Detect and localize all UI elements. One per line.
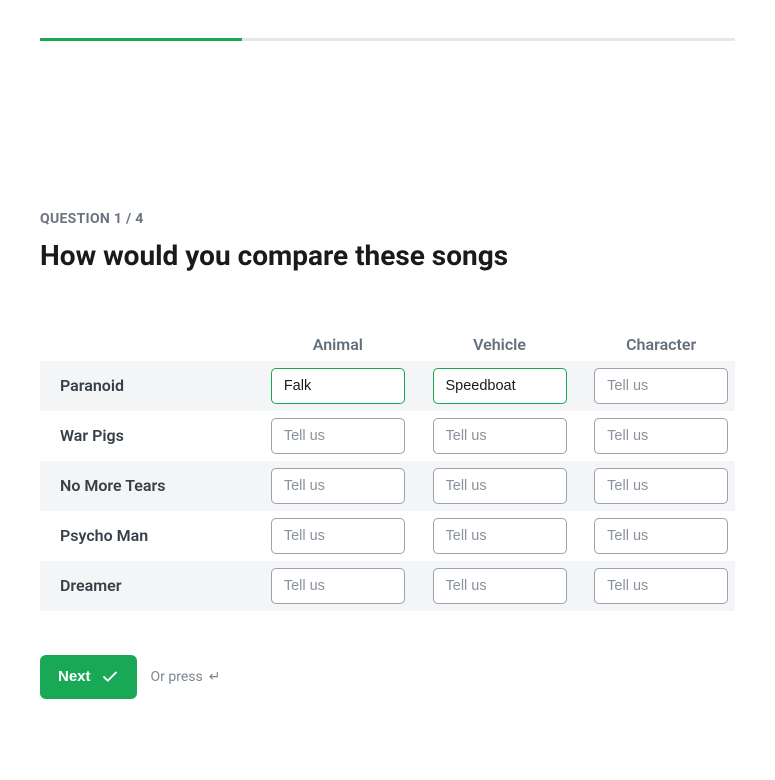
row-label: War Pigs <box>60 426 250 445</box>
column-header: Character <box>626 335 696 354</box>
keyboard-hint: Or press ↵ <box>151 669 221 685</box>
check-icon <box>101 668 119 686</box>
matrix-grid: . Animal Vehicle Character Paranoid War … <box>40 335 735 611</box>
question-title: How would you compare these songs <box>40 239 735 273</box>
column-header: Animal <box>313 335 363 354</box>
footer: Next Or press ↵ <box>40 655 735 699</box>
table-row: Dreamer <box>40 561 735 611</box>
question-number: QUESTION 1 / 4 <box>40 211 735 227</box>
row-label: Psycho Man <box>60 526 250 545</box>
matrix-cell-input[interactable] <box>433 468 567 504</box>
matrix-cell-input[interactable] <box>594 368 728 404</box>
matrix-cell-input[interactable] <box>594 418 728 454</box>
next-button[interactable]: Next <box>40 655 137 699</box>
table-row: War Pigs <box>40 411 735 461</box>
matrix-cell-input[interactable] <box>271 368 405 404</box>
table-row: Paranoid <box>40 361 735 411</box>
matrix-cell-input[interactable] <box>433 368 567 404</box>
matrix-cell-input[interactable] <box>594 568 728 604</box>
hint-prefix: Or press <box>151 669 203 685</box>
matrix-cell-input[interactable] <box>433 568 567 604</box>
matrix-cell-input[interactable] <box>271 568 405 604</box>
enter-key-icon: ↵ <box>209 669 221 685</box>
matrix-header-row: . Animal Vehicle Character <box>40 335 735 361</box>
matrix-cell-input[interactable] <box>433 418 567 454</box>
matrix-cell-input[interactable] <box>594 468 728 504</box>
row-label: Dreamer <box>60 576 250 595</box>
row-label: Paranoid <box>60 376 250 395</box>
row-label: No More Tears <box>60 476 250 495</box>
matrix-cell-input[interactable] <box>433 518 567 554</box>
column-header: Vehicle <box>473 335 526 354</box>
next-button-label: Next <box>58 668 91 685</box>
progress-bar-track <box>40 38 735 41</box>
matrix-cell-input[interactable] <box>271 518 405 554</box>
table-row: No More Tears <box>40 461 735 511</box>
table-row: Psycho Man <box>40 511 735 561</box>
matrix-cell-input[interactable] <box>271 468 405 504</box>
matrix-cell-input[interactable] <box>271 418 405 454</box>
progress-bar-fill <box>40 38 242 41</box>
matrix-cell-input[interactable] <box>594 518 728 554</box>
